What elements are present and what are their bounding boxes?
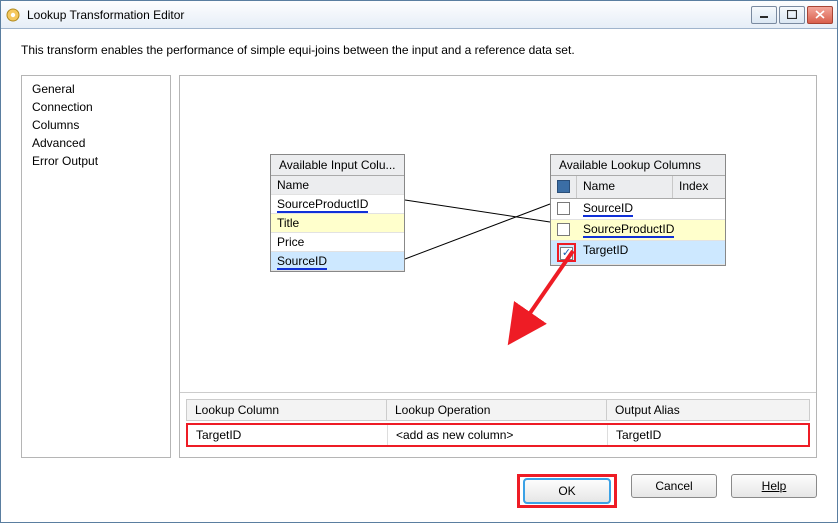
window-title: Lookup Transformation Editor bbox=[27, 8, 751, 22]
input-row-sourceid[interactable]: SourceID bbox=[271, 252, 404, 271]
mapping-cell-lookup: TargetID bbox=[188, 425, 388, 445]
ok-button[interactable]: OK bbox=[524, 479, 610, 503]
cancel-button[interactable]: Cancel bbox=[631, 474, 717, 498]
mapping-header-op: Lookup Operation bbox=[386, 399, 606, 421]
input-row-title[interactable]: Title bbox=[271, 214, 404, 233]
input-row-sourceproductid[interactable]: SourceProductID bbox=[271, 195, 404, 214]
mapping-row-targetid[interactable]: TargetID <add as new column> TargetID bbox=[186, 423, 810, 447]
sidebar-item-general[interactable]: General bbox=[22, 80, 170, 98]
close-button[interactable] bbox=[807, 6, 833, 24]
mapping-header-lookup: Lookup Column bbox=[186, 399, 386, 421]
lookup-row-sourceid[interactable]: SourceID bbox=[551, 199, 725, 220]
lookup-columns-title: Available Lookup Columns bbox=[551, 155, 725, 176]
mapping-cell-op[interactable]: <add as new column> bbox=[388, 425, 608, 445]
lookup-row-sourceproductid[interactable]: SourceProductID bbox=[551, 220, 725, 241]
input-columns-header: Name bbox=[271, 176, 404, 195]
select-all-checkbox[interactable] bbox=[557, 180, 570, 193]
lookup-columns-box[interactable]: Available Lookup Columns Name Index Sour… bbox=[550, 154, 726, 266]
sidebar-item-columns[interactable]: Columns bbox=[22, 116, 170, 134]
input-columns-title: Available Input Colu... bbox=[271, 155, 404, 176]
minimize-button[interactable] bbox=[751, 6, 777, 24]
sidebar-item-connection[interactable]: Connection bbox=[22, 98, 170, 116]
dialog-footer: OK Cancel Help bbox=[1, 466, 837, 522]
description-text: This transform enables the performance o… bbox=[1, 29, 837, 75]
lookup-columns-header: Name Index bbox=[551, 176, 725, 199]
app-icon bbox=[5, 7, 21, 23]
checkbox-targetid[interactable] bbox=[560, 247, 573, 260]
input-columns-box[interactable]: Available Input Colu... Name SourceProdu… bbox=[270, 154, 405, 272]
sidebar-item-advanced[interactable]: Advanced bbox=[22, 134, 170, 152]
lookup-row-targetid[interactable]: TargetID bbox=[551, 241, 725, 265]
titlebar: Lookup Transformation Editor bbox=[1, 1, 837, 29]
maximize-button[interactable] bbox=[779, 6, 805, 24]
window-buttons bbox=[751, 6, 833, 24]
lookup-header-index: Index bbox=[673, 176, 725, 198]
lookup-editor-window: Lookup Transformation Editor This transf… bbox=[0, 0, 838, 523]
help-button[interactable]: Help bbox=[731, 474, 817, 498]
input-row-price[interactable]: Price bbox=[271, 233, 404, 252]
ok-highlight: OK bbox=[517, 474, 617, 508]
checkbox-sourceid[interactable] bbox=[557, 202, 570, 215]
mapping-cell-alias[interactable]: TargetID bbox=[608, 425, 808, 445]
checkbox-highlight bbox=[557, 243, 576, 262]
sidebar-item-error-output[interactable]: Error Output bbox=[22, 152, 170, 170]
mapping-header-alias: Output Alias bbox=[606, 399, 810, 421]
lookup-header-name: Name bbox=[577, 176, 673, 198]
main-panel: Available Input Colu... Name SourceProdu… bbox=[179, 75, 817, 458]
sidebar: General Connection Columns Advanced Erro… bbox=[21, 75, 171, 458]
checkbox-sourceproductid[interactable] bbox=[557, 223, 570, 236]
mapping-table: Lookup Column Lookup Operation Output Al… bbox=[180, 392, 816, 457]
mapping-canvas: Available Input Colu... Name SourceProdu… bbox=[180, 76, 816, 332]
